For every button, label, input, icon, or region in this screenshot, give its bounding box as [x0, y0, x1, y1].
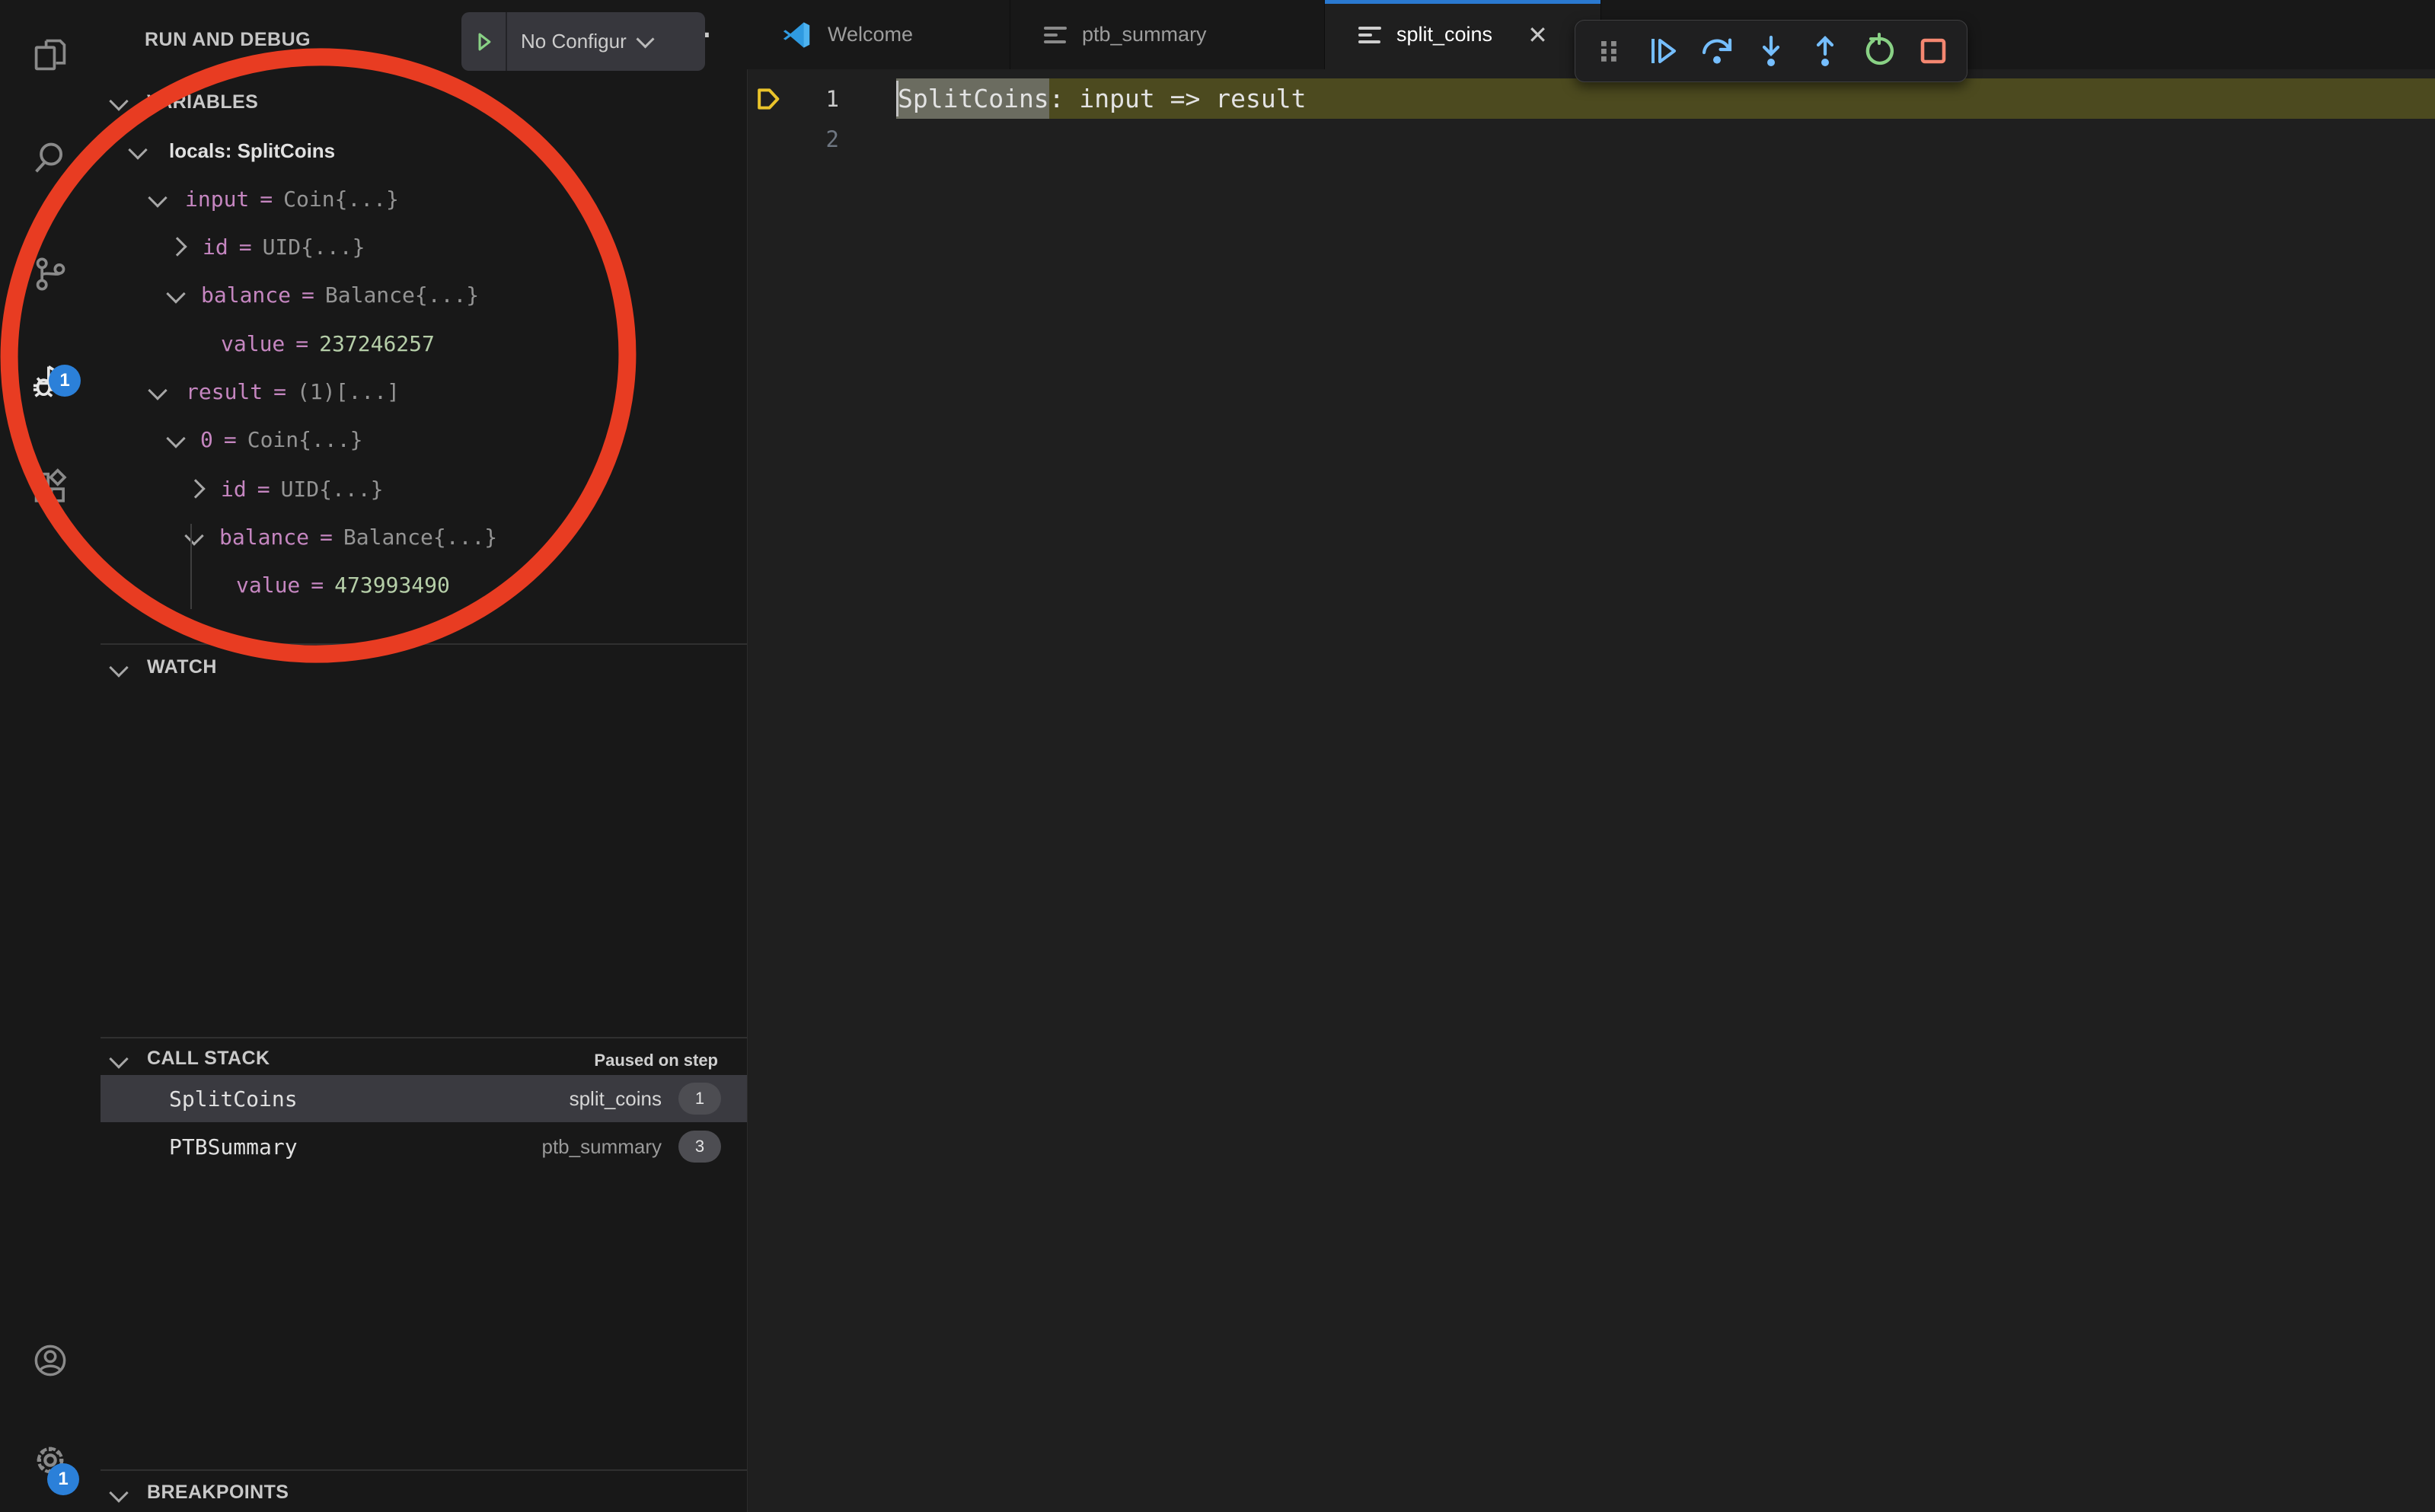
chevron-down-icon — [109, 91, 128, 110]
close-icon[interactable]: ✕ — [1527, 21, 1548, 49]
restart-button[interactable] — [1859, 31, 1899, 71]
chevron-down-icon — [166, 284, 185, 303]
source-control-icon[interactable] — [30, 254, 70, 294]
variable-row-input[interactable]: input = Coin{...} — [185, 175, 399, 223]
chevron-right-icon — [168, 237, 187, 256]
chevron-down-icon — [184, 526, 203, 545]
breakpoints-section-header[interactable]: BREAKPOINTS — [147, 1482, 289, 1504]
code-token-splitcoins: SplitCoins — [898, 84, 1049, 113]
stack-frame-row[interactable]: SplitCoins split_coins 1 — [101, 1075, 747, 1122]
variable-row-balance2[interactable]: balance = Balance{...} — [219, 513, 497, 561]
code-token-rest: : input => result — [1049, 84, 1307, 113]
variable-row-value2[interactable]: value = 473993490 — [236, 561, 450, 609]
section-divider — [101, 643, 747, 645]
variable-row-id2[interactable]: id = UID{...} — [221, 465, 383, 513]
stack-frame-row[interactable]: PTBSummary ptb_summary 3 — [101, 1123, 747, 1170]
start-debug-icon[interactable] — [461, 12, 507, 71]
extensions-icon[interactable] — [30, 467, 70, 507]
line-number[interactable]: 1 — [784, 78, 839, 119]
account-icon[interactable] — [30, 1341, 70, 1380]
tab-split-coins[interactable]: split_coins ✕ — [1325, 0, 1601, 69]
vscode-window: 1 1 RUN AND DEBUG — [0, 0, 2435, 1512]
step-into-button[interactable] — [1751, 31, 1791, 71]
stack-frame-badge: 1 — [678, 1083, 721, 1115]
toolbar-drag-handle[interactable] — [1589, 31, 1629, 71]
stop-button[interactable] — [1913, 31, 1953, 71]
variable-row-result[interactable]: result = (1)[...] — [186, 368, 400, 416]
chevron-down-icon — [109, 1483, 128, 1502]
explorer-icon[interactable] — [30, 35, 70, 75]
variables-section-header[interactable]: VARIABLES — [147, 91, 258, 113]
activity-bar: 1 1 — [0, 0, 101, 1512]
vscode-logo-icon — [780, 19, 812, 51]
config-label: No Configur — [521, 30, 627, 53]
chevron-down-icon — [128, 140, 147, 159]
variable-row-id[interactable]: id = UID{...} — [203, 223, 365, 271]
code-line[interactable]: SplitCoins: input => result — [898, 78, 1306, 119]
tab-label: ptb_summary — [1082, 23, 1207, 46]
file-icon — [1044, 27, 1067, 43]
chevron-down-icon — [109, 658, 128, 677]
variable-row-value[interactable]: value = 237246257 — [221, 320, 435, 368]
call-stack-section-header[interactable]: CALL STACK — [147, 1048, 270, 1070]
chevron-down-icon — [636, 30, 654, 48]
debug-badge: 1 — [49, 365, 81, 397]
variable-row-balance[interactable]: balance = Balance{...} — [201, 271, 479, 319]
chevron-down-icon — [166, 429, 185, 448]
tab-label: split_coins — [1396, 23, 1492, 46]
line-number[interactable]: 2 — [784, 119, 839, 159]
continue-button[interactable] — [1643, 31, 1683, 71]
step-out-button[interactable] — [1805, 31, 1845, 71]
stack-frame-badge: 3 — [678, 1131, 721, 1163]
section-divider — [101, 1469, 747, 1471]
search-icon[interactable] — [30, 139, 70, 178]
section-divider — [101, 1037, 747, 1038]
stack-frame-file: split_coins — [570, 1087, 662, 1111]
variable-row-0[interactable]: 0 = Coin{...} — [200, 416, 362, 464]
panel-title: RUN AND DEBUG — [145, 29, 311, 51]
scope-row[interactable]: locals: SplitCoins — [169, 127, 335, 175]
tab-welcome[interactable]: Welcome — [747, 0, 1010, 69]
call-stack-status: Paused on step — [481, 1051, 718, 1070]
chevron-down-icon — [148, 381, 167, 400]
watch-section-header[interactable]: WATCH — [147, 656, 217, 678]
chevron-down-icon — [148, 188, 167, 207]
file-icon — [1358, 27, 1381, 43]
step-over-button[interactable] — [1697, 31, 1737, 71]
paused-frame-marker-icon[interactable] — [752, 84, 783, 118]
tab-label: Welcome — [828, 23, 913, 46]
chevron-right-icon — [186, 479, 205, 498]
launch-config-dropdown[interactable]: No Configur — [461, 12, 705, 71]
run-debug-panel: RUN AND DEBUG No Configur ··· VARIABLES … — [101, 0, 748, 1512]
stack-frame-file: ptb_summary — [542, 1135, 662, 1159]
settings-badge: 1 — [47, 1463, 79, 1495]
indent-guide — [190, 524, 192, 609]
debug-toolbar — [1575, 20, 1967, 82]
chevron-down-icon — [109, 1049, 128, 1068]
tab-ptb-summary[interactable]: ptb_summary — [1010, 0, 1325, 69]
